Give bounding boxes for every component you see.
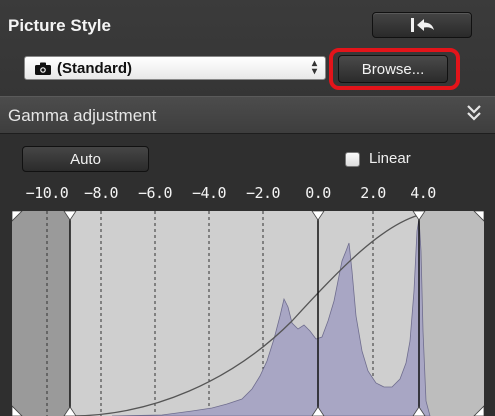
gamma-adjustment-title: Gamma adjustment	[8, 106, 157, 125]
camera-icon	[35, 62, 51, 75]
clipped-highlight-region	[419, 211, 484, 416]
gamma-adjustment-header[interactable]: Gamma adjustment	[0, 96, 495, 134]
axis-tick-label: −2.0	[245, 184, 281, 202]
selected-style-label: (Standard)	[57, 59, 132, 77]
histogram	[111, 218, 431, 416]
axis-tick-label: 4.0	[410, 184, 436, 202]
axis-tick-label: −6.0	[137, 184, 173, 202]
picture-style-title: Picture Style	[8, 16, 111, 35]
axis-tick-label: 2.0	[360, 184, 386, 202]
picture-style-select[interactable]: (Standard) ▴ ▾	[24, 56, 326, 80]
select-arrows-icon: ▴ ▾	[311, 58, 317, 77]
picture-style-panel: Picture Style (Standard) ▴ ▾ Browse...	[0, 0, 495, 96]
auto-button[interactable]: Auto	[22, 146, 149, 172]
axis-tick-label: 0.0	[305, 184, 331, 202]
axis-tick-label: −10.0	[25, 184, 69, 202]
reset-picture-style-button[interactable]	[372, 12, 472, 38]
clipped-shadow-region	[12, 211, 70, 416]
linear-checkbox[interactable]	[345, 152, 360, 167]
axis-tick-label: −8.0	[83, 184, 119, 202]
revert-to-start-icon	[411, 18, 434, 32]
browse-button[interactable]: Browse...	[338, 55, 448, 83]
midpoint-handle-top[interactable]	[311, 211, 325, 221]
double-chevron-down-icon[interactable]	[465, 103, 483, 123]
linear-label: Linear	[369, 150, 411, 167]
gamma-histogram-graph[interactable]	[12, 211, 484, 416]
axis-tick-label: −4.0	[191, 184, 227, 202]
